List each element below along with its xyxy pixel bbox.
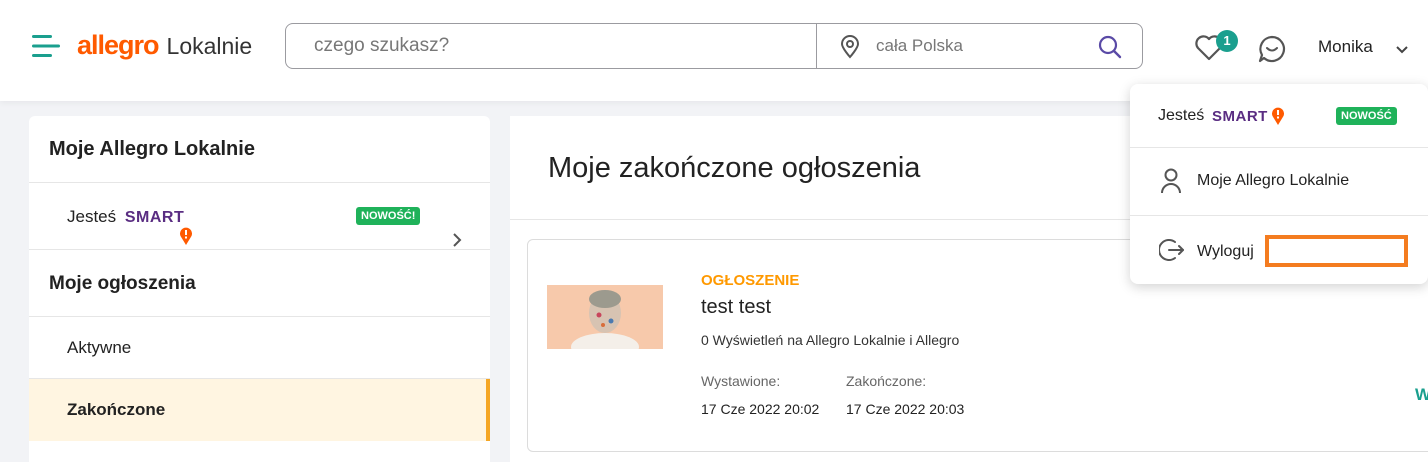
chevron-down-icon[interactable] <box>1395 42 1409 60</box>
posted-label: Wystawione: <box>701 373 781 389</box>
dropdown-item-my-account[interactable]: Moje Allegro Lokalnie <box>1130 148 1428 216</box>
listing-action-link[interactable]: W <box>1415 385 1428 405</box>
sidebar-item-label: Aktywne <box>67 338 132 357</box>
listing-thumbnail[interactable] <box>547 285 663 349</box>
logo-sub: Lokalnie <box>166 33 253 59</box>
menu-icon[interactable] <box>32 33 60 59</box>
listing-title[interactable]: test test <box>701 296 771 319</box>
posted-date: 17 Cze 2022 20:02 <box>701 401 820 417</box>
page-title: Moje zakończone ogłoszenia <box>548 152 921 184</box>
dropdown-new-badge: NOWOŚĆ <box>1336 107 1397 125</box>
search-divider <box>816 24 817 68</box>
dropdown-smart-prefix: Jesteś <box>1158 107 1205 124</box>
section-title-text: Moje ogłoszenia <box>49 273 196 294</box>
sidebar-item-aktywne[interactable]: Aktywne <box>29 317 490 379</box>
ended-date: 17 Cze 2022 20:03 <box>846 401 965 417</box>
logout-icon <box>1158 237 1185 268</box>
location-input[interactable]: cała Polska <box>876 24 963 68</box>
listing-type-label: OGŁOSZENIE <box>701 272 800 289</box>
logo-brand: allegro <box>77 30 160 60</box>
allegro-lokalnie-logo[interactable]: allegro Lokalnie <box>77 30 252 61</box>
chat-icon[interactable] <box>1257 34 1287 69</box>
user-menu-name[interactable]: Monika <box>1318 37 1373 57</box>
smart-pin-icon <box>1271 107 1285 131</box>
listing-views: 0 Wyświetleń na Allegro Lokalnie i Alleg… <box>701 332 960 348</box>
highlight-annotation <box>1265 235 1408 267</box>
sidebar-item-label: Zakończone <box>67 400 166 419</box>
search-input[interactable]: czego szukasz? <box>314 24 449 68</box>
sidebar-title: Moje Allegro Lokalnie <box>29 116 490 183</box>
user-icon <box>1160 168 1182 199</box>
dropdown-smart-logo: SMART <box>1212 108 1268 125</box>
sidebar-item-zakonczone[interactable]: Zakończone <box>29 379 490 441</box>
dropdown-my-account-label: Moje Allegro Lokalnie <box>1197 172 1350 189</box>
favorites-count-badge: 1 <box>1216 30 1238 52</box>
ended-label: Zakończone: <box>846 373 927 389</box>
sidebar-item-smart[interactable]: Jesteś SMART NOWOŚĆ! <box>29 183 490 250</box>
smart-logo: SMART <box>124 209 185 226</box>
sidebar-title-text: Moje Allegro Lokalnie <box>49 138 255 160</box>
dropdown-logout-label: Wyloguj <box>1197 243 1254 260</box>
smart-prefix: Jesteś <box>67 207 117 226</box>
search-bar: czego szukasz? cała Polska <box>285 23 1143 69</box>
active-indicator <box>486 379 490 441</box>
sidebar-section-title: Moje ogłoszenia <box>29 250 490 317</box>
sidebar: Moje Allegro Lokalnie Jesteś SMART NOWOŚ… <box>29 116 490 462</box>
search-icon[interactable] <box>1098 35 1122 64</box>
dropdown-item-smart[interactable]: Jesteś SMART NOWOŚĆ <box>1130 84 1428 148</box>
location-pin-icon <box>839 35 861 64</box>
new-badge: NOWOŚĆ! <box>356 207 421 225</box>
